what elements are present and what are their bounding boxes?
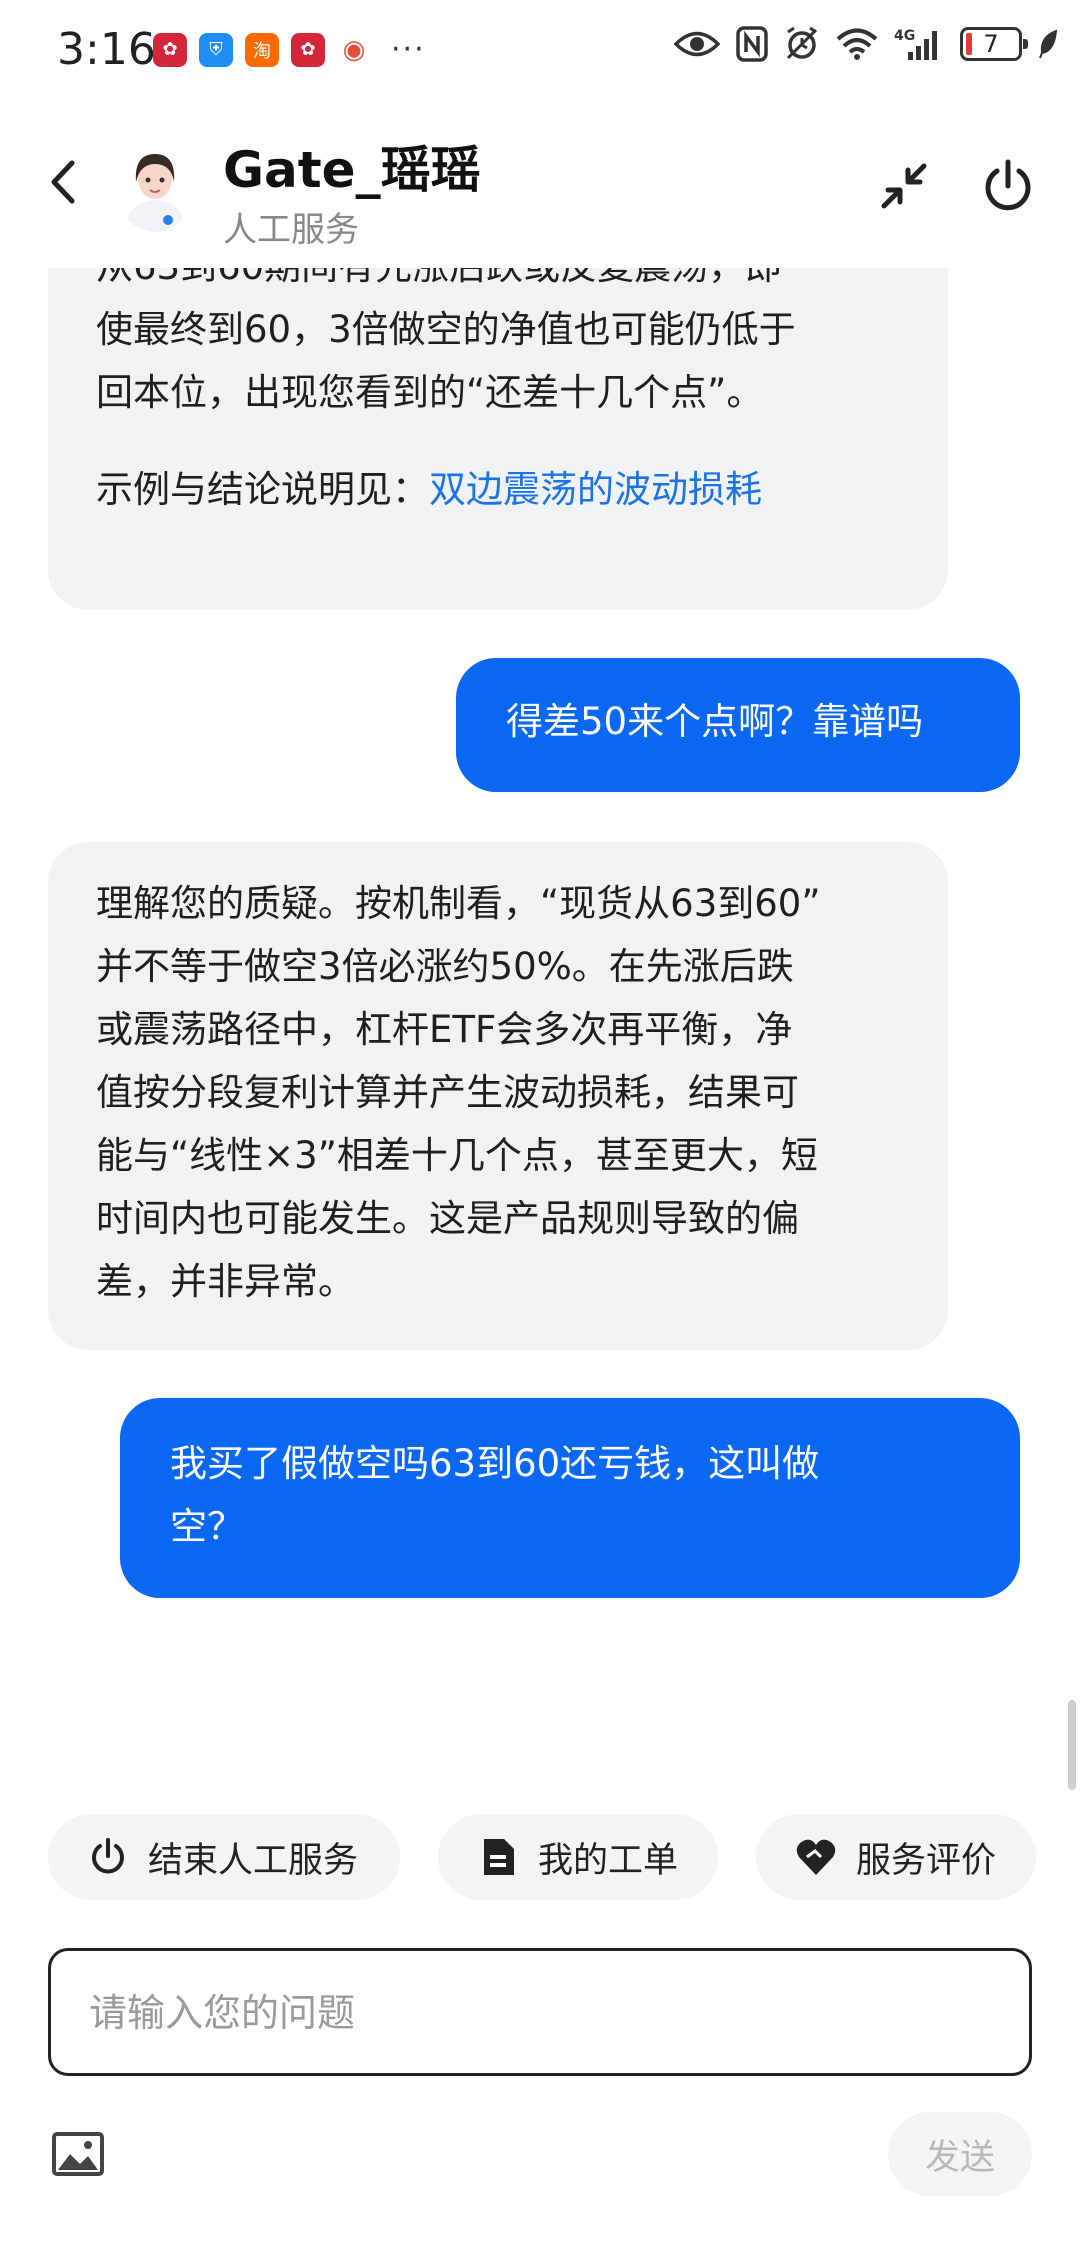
reference-prefix: 示例与结论说明见：: [96, 468, 429, 511]
reference-link[interactable]: 双边震荡的波动损耗: [429, 468, 762, 511]
message-input-container[interactable]: [48, 1948, 1032, 2076]
agent-name: Gate_瑶瑶: [223, 141, 481, 199]
my-tickets-button[interactable]: 我的工单: [438, 1814, 718, 1900]
scrollbar-thumb[interactable]: [1068, 1700, 1076, 1790]
image-upload-button[interactable]: [52, 2132, 104, 2176]
eye-icon: [674, 31, 720, 57]
message-line: 回本位，出现您看到的“还差十几个点”。: [96, 371, 764, 414]
reference-line: 示例与结论说明见：双边震荡的波动损耗: [96, 458, 900, 521]
signal-4g-icon: 4G: [894, 28, 937, 60]
message-line: 得差50来个点啊？靠谱吗: [506, 700, 924, 743]
minimize-button[interactable]: [878, 160, 930, 212]
message-list[interactable]: 从63到60期间有先涨后跌或反复震荡，即 使最终到60，3倍做空的净值也可能仍低…: [0, 268, 1080, 1788]
system-icons: 4G 7: [674, 26, 1058, 62]
user-message: 我买了假做空吗63到60还亏钱，这叫做 空？: [120, 1398, 1020, 1598]
end-service-button[interactable]: 结束人工服务: [48, 1814, 400, 1900]
wifi-icon: [836, 28, 878, 60]
nfc-icon: [736, 26, 768, 62]
message-line: 空？: [170, 1505, 244, 1548]
rate-service-button[interactable]: 服务评价: [756, 1814, 1036, 1900]
agent-status: 人工服务: [223, 210, 359, 250]
message-line: 时间内也可能发生。这是产品规则导致的偏: [96, 1197, 799, 1240]
message-line: 理解您的质疑。按机制看，“现货从63到60”: [96, 882, 821, 925]
message-line: 或震荡路径中，杠杆ETF会多次再平衡，净: [96, 1008, 793, 1051]
message-line: 能与“线性×3”相差十几个点，甚至更大，短: [96, 1134, 818, 1177]
chat-header: Gate_瑶瑶 人工服务: [0, 100, 1080, 268]
message-line: 值按分段复利计算并产生波动损耗，结果可: [96, 1071, 799, 1114]
leaf-icon: [1039, 29, 1058, 59]
document-icon: [476, 1835, 520, 1879]
battery-icon: 7: [960, 27, 1028, 61]
end-chat-button[interactable]: [980, 158, 1036, 214]
back-button[interactable]: [42, 152, 82, 212]
alarm-off-icon: [786, 26, 818, 60]
message-line: 我买了假做空吗63到60还亏钱，这叫做: [170, 1442, 820, 1485]
agent-avatar-icon: [116, 142, 194, 232]
image-icon: [52, 2132, 104, 2176]
collapse-arrows-icon: [881, 163, 927, 209]
power-icon: [86, 1835, 130, 1879]
message-line: 差，并非异常。: [96, 1260, 355, 1303]
battery-level: 7: [983, 30, 999, 58]
network-label: 4G: [894, 28, 915, 44]
message-line: 从63到60期间有先涨后跌或反复震荡，即: [96, 268, 900, 298]
agent-message: 从63到60期间有先涨后跌或反复震荡，即 使最终到60，3倍做空的净值也可能仍低…: [48, 268, 948, 610]
taobao-app-icon: 淘: [245, 32, 279, 67]
huawei-app-icon: ✿: [153, 32, 187, 67]
rate-service-label: 服务评价: [856, 1840, 997, 1881]
power-icon: [985, 159, 1031, 211]
status-time: 3:16: [57, 24, 156, 75]
agent-avatar[interactable]: [116, 142, 194, 232]
heart-handshake-icon: [794, 1835, 838, 1879]
user-message: 得差50来个点啊？靠谱吗: [456, 658, 1020, 792]
message-line: 并不等于做空3倍必涨约50%。在先涨后跌: [96, 945, 794, 988]
my-tickets-label: 我的工单: [538, 1840, 679, 1881]
colorful-app-icon: ◉: [337, 32, 371, 67]
message-line: 使最终到60，3倍做空的净值也可能仍低于: [96, 308, 796, 351]
message-input[interactable]: [87, 1951, 991, 2075]
send-button[interactable]: 发送: [888, 2112, 1032, 2196]
more-notifications-icon: ···: [391, 32, 426, 67]
notification-icons: ✿ ⛨ 淘 ✿ ◉ ···: [153, 32, 426, 67]
chevron-left-icon: [51, 160, 75, 204]
agent-message: 理解您的质疑。按机制看，“现货从63到60” 并不等于做空3倍必涨约50%。在先…: [48, 842, 948, 1350]
huawei-app-icon-2: ✿: [291, 32, 325, 67]
status-bar: 3:16 ✿ ⛨ 淘 ✿ ◉ ··· 4G 7: [0, 0, 1080, 100]
end-service-label: 结束人工服务: [148, 1840, 359, 1881]
shield-app-icon: ⛨: [199, 32, 233, 67]
